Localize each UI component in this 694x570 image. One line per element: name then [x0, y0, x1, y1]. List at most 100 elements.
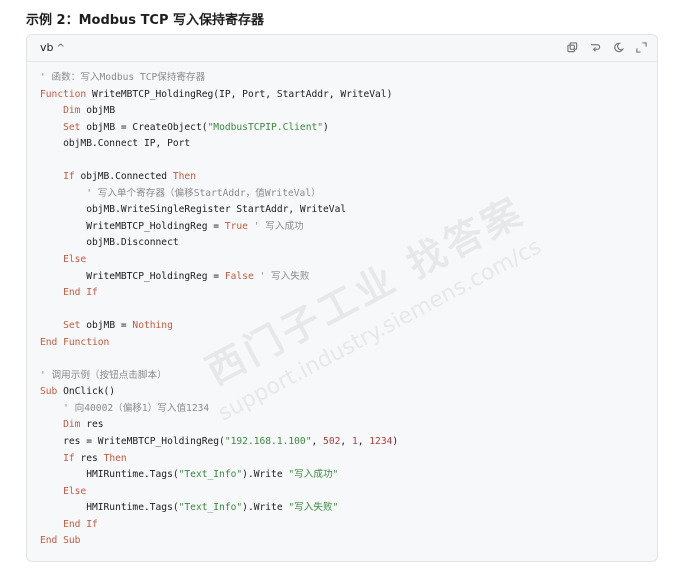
code-line: If objMB.Connected Then: [40, 169, 398, 186]
code-token: True: [224, 220, 248, 232]
code-token: res: [74, 452, 104, 464]
code-token: ' 调用示例（按钮点击脚本）: [40, 369, 167, 381]
code-token: ): [392, 436, 399, 448]
code-actions: [565, 40, 649, 55]
code-line: Else: [40, 484, 398, 501]
code-token: ' 向40002（偏移1）写入值1234: [40, 402, 210, 414]
code-block: vb ^ ' 函数：写入Modbus TCP保持寄存器 Function Write…: [26, 34, 658, 562]
expand-icon: [636, 42, 647, 53]
code-line: HMIRuntime.Tags("Text_Info").Write "写入成功…: [40, 467, 398, 484]
code-token: HMIRuntime.Tags(: [40, 502, 179, 514]
code-token: res: [80, 419, 104, 431]
chevron-up-icon: ^: [56, 43, 65, 54]
code-token: objMB.Connect IP, Port: [40, 138, 191, 150]
code-token: "写入成功": [288, 469, 339, 481]
language-toggle[interactable]: vb ^: [40, 41, 65, 54]
code-token: objMB.Connected: [74, 171, 173, 183]
code-token: ' 写入单个寄存器（偏移StartAddr，值WriteVal）: [40, 187, 321, 199]
code-token: Then: [103, 452, 127, 464]
theme-button[interactable]: [611, 40, 626, 55]
code-block-header: vb ^: [27, 35, 657, 62]
code-token: End Sub: [40, 535, 81, 547]
code-content: ' 函数：写入Modbus TCP保持寄存器 Function WriteMBTC…: [40, 70, 398, 550]
code-token: "192.168.1.100": [224, 436, 312, 448]
code-line: End If: [40, 285, 398, 302]
code-line: End Function: [40, 335, 398, 352]
page-title: 示例 2：Modbus TCP 写入保持寄存器: [26, 13, 265, 28]
expand-button[interactable]: [634, 40, 649, 55]
code-token: "ModbusTCPIP.Client": [207, 121, 324, 133]
code-token: objMB.WriteSingleRegister StartAddr, Wri…: [40, 204, 347, 216]
theme-icon: [614, 42, 624, 53]
code-line: objMB.Connect IP, Port: [40, 136, 398, 153]
code-line: Dim objMB: [40, 103, 398, 120]
code-token: Nothing: [132, 320, 173, 332]
code-token: ): [323, 121, 329, 133]
code-token: ,: [340, 436, 352, 448]
code-token: Dim: [63, 105, 81, 117]
code-token: res = WriteMBTCP_HoldingReg(: [40, 436, 225, 448]
code-token: End If: [63, 518, 98, 530]
code-token: Sub: [40, 386, 58, 398]
code-line: Else: [40, 252, 398, 269]
wrap-button[interactable]: [588, 40, 603, 55]
code-line: res = WriteMBTCP_HoldingReg("192.168.1.1…: [40, 434, 398, 451]
code-token: WriteMBTCP_HoldingReg(IP, Port, StartAdd…: [86, 88, 393, 100]
code-line: ' 函数：写入Modbus TCP保持寄存器: [40, 70, 398, 87]
code-line: If res Then: [40, 451, 398, 468]
copy-button[interactable]: [565, 40, 580, 55]
wrap-icon: [590, 44, 601, 52]
code-token: WriteMBTCP_HoldingReg =: [40, 270, 225, 282]
code-token: Dim: [63, 419, 81, 431]
code-line: ' 写入单个寄存器（偏移StartAddr，值WriteVal）: [40, 186, 398, 203]
code-token: ' 函数：写入Modbus TCP保持寄存器: [40, 72, 206, 83]
code-line: WriteMBTCP_HoldingReg = False ' 写入失败: [40, 269, 398, 286]
code-token: ,: [311, 436, 324, 448]
code-line: objMB.WriteSingleRegister StartAddr, Wri…: [40, 202, 398, 219]
code-token: ).Write: [242, 469, 289, 481]
code-token: ' 写入成功: [247, 220, 304, 232]
code-line: WriteMBTCP_HoldingReg = True ' 写入成功: [40, 219, 398, 236]
code-token: Else: [63, 254, 87, 266]
code-line: End If: [40, 517, 398, 534]
code-token: ).Write: [242, 502, 289, 514]
code-token: "写入失败": [288, 502, 339, 514]
code-token: If: [63, 452, 75, 464]
code-token: If: [63, 171, 75, 183]
code-line: Set objMB = Nothing: [40, 318, 398, 335]
code-line: End Sub: [40, 533, 398, 550]
code-token: objMB =: [80, 320, 133, 332]
code-token: HMIRuntime.Tags(: [40, 469, 179, 481]
code-line: ' 向40002（偏移1）写入值1234: [40, 401, 398, 418]
language-label: vb: [40, 41, 54, 54]
code-token: 502: [323, 436, 341, 448]
code-token: OnClick(): [57, 386, 116, 398]
code-line: Sub OnClick(): [40, 384, 398, 401]
code-line: HMIRuntime.Tags("Text_Info").Write "写入失败…: [40, 500, 398, 517]
code-token: objMB: [80, 105, 116, 117]
code-token: Then: [172, 171, 196, 183]
code-line: Dim res: [40, 417, 398, 434]
code-line: Function WriteMBTCP_HoldingReg(IP, Port,…: [40, 87, 398, 104]
code-token: End Function: [40, 336, 110, 348]
code-line: objMB.Disconnect: [40, 235, 398, 252]
code-token: objMB.Disconnect: [40, 237, 179, 249]
code-token: Set: [63, 320, 81, 332]
code-token: Else: [63, 485, 87, 497]
code-token: "Text_Info": [178, 502, 243, 514]
code-token: Set: [63, 121, 81, 133]
code-token: False: [224, 270, 254, 282]
copy-icon: [567, 42, 578, 53]
